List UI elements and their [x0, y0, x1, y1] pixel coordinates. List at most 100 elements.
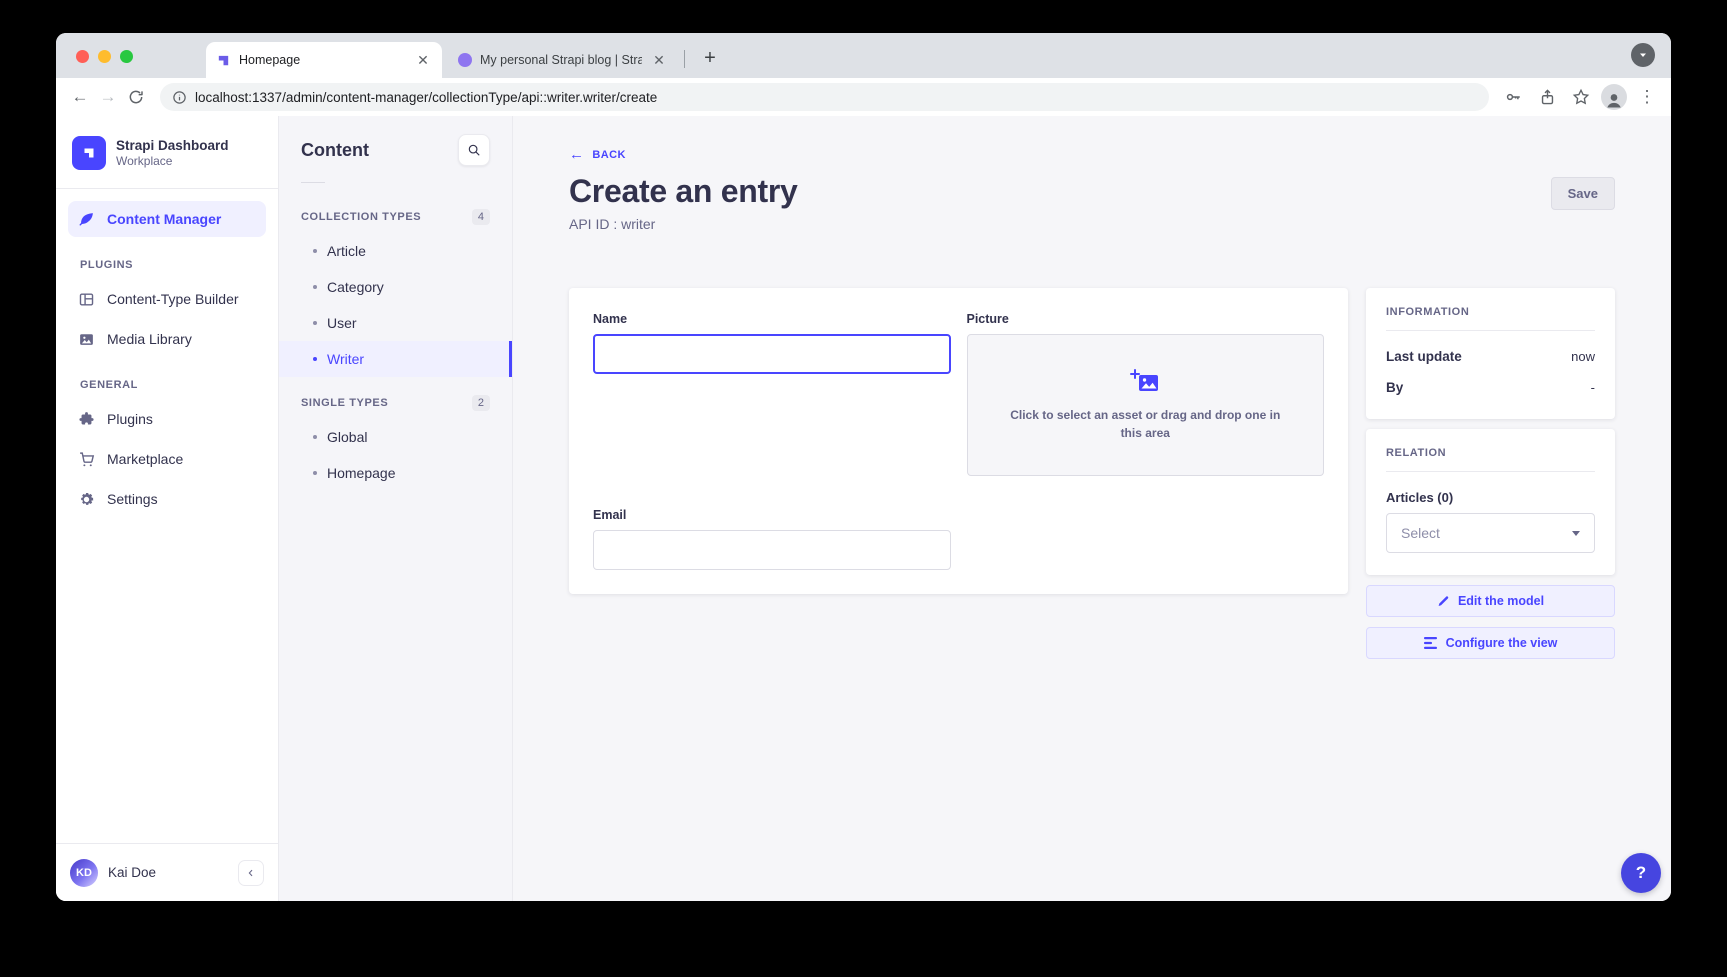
sidebar-item-content-type-builder[interactable]: Content-Type Builder: [68, 281, 266, 317]
subnav-item-global[interactable]: Global: [279, 419, 512, 455]
brand-subtitle: Workplace: [116, 154, 229, 168]
browser-profile-avatar[interactable]: [1601, 84, 1627, 110]
last-update-label: Last update: [1386, 349, 1462, 364]
last-update-value: now: [1571, 349, 1595, 364]
sidebar-section-plugins: PLUGINS: [56, 239, 278, 279]
puzzle-icon: [78, 411, 95, 428]
tab-close-icon[interactable]: ✕: [414, 51, 432, 69]
subnav-item-user[interactable]: User: [279, 305, 512, 341]
page-title: Create an entry: [569, 173, 798, 210]
back-link[interactable]: ← BACK: [569, 146, 626, 163]
url-text: localhost:1337/admin/content-manager/col…: [195, 90, 657, 105]
tab-homepage[interactable]: Homepage ✕: [206, 42, 442, 78]
subnav-item-writer[interactable]: Writer: [279, 341, 512, 377]
help-button[interactable]: ?: [1621, 853, 1661, 893]
share-button[interactable]: [1533, 83, 1561, 111]
window-zoom-button[interactable]: [120, 50, 133, 63]
chevron-down-icon: [1572, 531, 1580, 536]
email-field-group: Email: [593, 508, 951, 570]
by-value: -: [1591, 380, 1595, 395]
subnav-item-homepage[interactable]: Homepage: [279, 455, 512, 491]
sidebar-item-label: Plugins: [107, 411, 153, 427]
subnav-item-category[interactable]: Category: [279, 269, 512, 305]
configure-list-icon: [1424, 637, 1438, 649]
name-label: Name: [593, 312, 951, 326]
divider: [1386, 330, 1595, 331]
password-key-button[interactable]: [1499, 83, 1527, 111]
by-row: By -: [1386, 380, 1595, 395]
save-button[interactable]: Save: [1551, 177, 1615, 210]
information-heading: INFORMATION: [1386, 306, 1595, 318]
subnav-item-label: Writer: [327, 351, 364, 367]
chevron-down-icon: [1637, 49, 1649, 61]
back-arrow-icon: ←: [569, 146, 584, 163]
blog-favicon: [458, 53, 472, 67]
cart-icon: [78, 451, 95, 468]
name-input[interactable]: [593, 334, 951, 374]
share-icon: [1539, 89, 1556, 106]
select-placeholder: Select: [1401, 525, 1440, 541]
sidebar-item-label: Settings: [107, 491, 158, 507]
api-id-subtitle: API ID : writer: [569, 216, 798, 232]
bullet-icon: [313, 471, 317, 475]
browser-tab-strip: Homepage ✕ My personal Strapi blog | Str…: [56, 33, 1671, 78]
single-types-heading: SINGLE TYPES: [301, 397, 388, 409]
name-field-group: Name: [593, 312, 951, 476]
search-button[interactable]: [458, 134, 490, 166]
email-input[interactable]: [593, 530, 951, 570]
dropzone-hint: Click to select an asset or drag and dro…: [1008, 406, 1284, 442]
tab-blog[interactable]: My personal Strapi blog | Strap ✕: [448, 42, 678, 78]
divider: [301, 182, 325, 183]
picture-dropzone[interactable]: Click to select an asset or drag and dro…: [967, 334, 1325, 476]
star-icon: [1572, 88, 1590, 106]
configure-view-button[interactable]: Configure the view: [1366, 627, 1615, 659]
sidebar-item-content-manager[interactable]: Content Manager: [68, 201, 266, 237]
sidebar-item-plugins[interactable]: Plugins: [68, 401, 266, 437]
forward-button[interactable]: →: [94, 83, 122, 111]
subnav-item-label: Global: [327, 429, 367, 445]
picture-field-group: Picture Click to select an asset or drag…: [967, 312, 1325, 476]
collapse-sidebar-button[interactable]: [238, 860, 264, 886]
browser-menu-button[interactable]: ⋮: [1633, 83, 1661, 111]
tab-title: Homepage: [239, 53, 406, 67]
sidebar-item-media-library[interactable]: Media Library: [68, 321, 266, 357]
subnav-item-label: User: [327, 315, 357, 331]
by-label: By: [1386, 380, 1403, 395]
sidebar-footer: KD Kai Doe: [56, 843, 278, 901]
email-label: Email: [593, 508, 951, 522]
window-minimize-button[interactable]: [98, 50, 111, 63]
sidebar-item-marketplace[interactable]: Marketplace: [68, 441, 266, 477]
sidebar-item-label: Content Manager: [107, 211, 221, 227]
articles-relation-label: Articles (0): [1386, 490, 1595, 505]
bookmark-button[interactable]: [1567, 83, 1595, 111]
tab-separator: [684, 50, 685, 68]
person-icon: [1604, 90, 1624, 110]
edit-model-label: Edit the model: [1458, 594, 1544, 608]
information-card: INFORMATION Last update now By -: [1366, 288, 1615, 419]
workspace-brand[interactable]: Strapi Dashboard Workplace: [56, 116, 278, 184]
bullet-icon: [313, 321, 317, 325]
sidebar-item-settings[interactable]: Settings: [68, 481, 266, 517]
relation-card: RELATION Articles (0) Select: [1366, 429, 1615, 575]
reload-button[interactable]: [122, 83, 150, 111]
add-image-icon: [1130, 368, 1160, 394]
subnav-item-article[interactable]: Article: [279, 233, 512, 269]
new-tab-button[interactable]: +: [696, 45, 724, 73]
back-button[interactable]: ←: [66, 83, 94, 111]
toolbar-icons: ⋮: [1499, 83, 1661, 111]
divider: [1386, 471, 1595, 472]
articles-relation-select[interactable]: Select: [1386, 513, 1595, 553]
user-name: Kai Doe: [108, 865, 228, 880]
subnav-item-label: Category: [327, 279, 384, 295]
browser-toolbar: ← → localhost:1337/admin/content-manager…: [56, 78, 1671, 116]
image-icon: [78, 331, 95, 348]
window-controls: [76, 50, 133, 63]
user-avatar[interactable]: KD: [70, 859, 98, 887]
address-bar[interactable]: localhost:1337/admin/content-manager/col…: [160, 83, 1489, 111]
search-icon: [467, 143, 481, 157]
window-close-button[interactable]: [76, 50, 89, 63]
layout-grid-icon: [78, 291, 95, 308]
edit-model-button[interactable]: Edit the model: [1366, 585, 1615, 617]
tab-close-icon[interactable]: ✕: [650, 51, 668, 69]
downloads-button[interactable]: [1631, 43, 1655, 67]
